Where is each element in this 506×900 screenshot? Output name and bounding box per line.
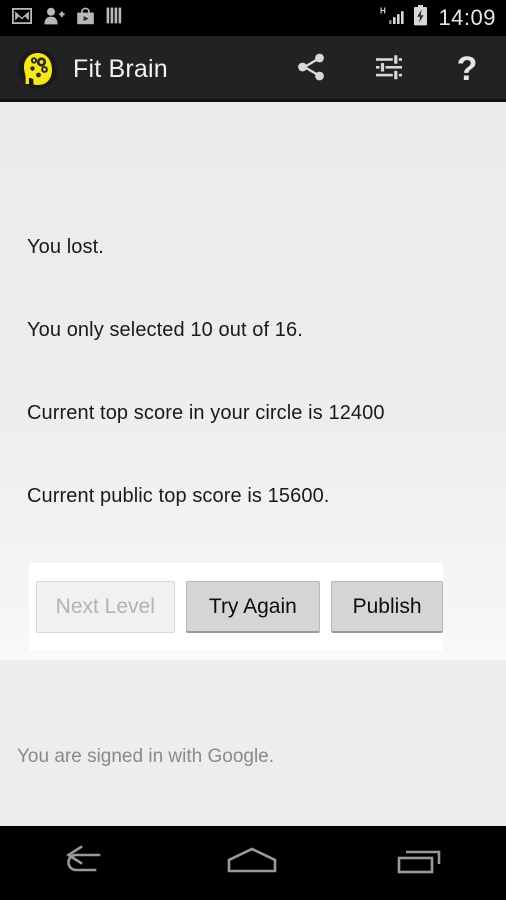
battery-charging-icon [413, 5, 428, 31]
brain-gears-icon [17, 48, 59, 90]
result-panel: You lost. You only selected 10 out of 16… [0, 102, 506, 660]
status-bar: H 14:09 [0, 0, 506, 36]
signin-status-text: You are signed in with Google. [17, 746, 275, 767]
back-button[interactable] [0, 826, 168, 900]
svg-text:H: H [380, 6, 386, 15]
status-bar-notifications [11, 7, 123, 30]
action-bar: Fit Brain ? [0, 36, 506, 102]
result-message-lost: You lost. [27, 236, 104, 258]
back-icon [57, 844, 111, 883]
help-icon: ? [456, 50, 478, 88]
next-level-button: Next Level [36, 581, 175, 633]
action-button-row: Next Level Try Again Publish [29, 563, 443, 651]
add-contact-icon [43, 7, 65, 30]
android-screen: H 14:09 Fit Brain ? You lost. You only s… [0, 0, 506, 900]
status-bar-clock: 14:09 [438, 5, 496, 30]
signal-icon: H [380, 6, 406, 31]
app-title: Fit Brain [73, 54, 168, 83]
share-icon [294, 50, 328, 89]
status-bar-system: H 14:09 [380, 5, 496, 31]
result-message-score: You only selected 10 out of 16. [27, 319, 303, 341]
recents-icon [393, 844, 447, 883]
settings-button[interactable] [350, 36, 428, 102]
publish-button[interactable]: Publish [331, 581, 443, 633]
recents-button[interactable] [336, 826, 504, 900]
gmail-icon [11, 7, 33, 29]
help-button[interactable]: ? [428, 36, 506, 102]
play-store-icon [76, 7, 95, 30]
share-button[interactable] [272, 36, 350, 102]
result-message-public-top: Current public top score is 15600. [27, 485, 330, 507]
tune-icon [373, 51, 405, 88]
signin-section: You are signed in with Google. [0, 660, 506, 826]
bars-icon [106, 7, 123, 29]
home-button[interactable] [168, 826, 336, 900]
content-area: You lost. You only selected 10 out of 16… [0, 102, 506, 826]
home-icon [223, 844, 281, 883]
try-again-button[interactable]: Try Again [185, 581, 321, 633]
action-bar-actions: ? [272, 36, 506, 102]
result-message-circle-top: Current top score in your circle is 1240… [27, 402, 385, 424]
navigation-bar [0, 826, 506, 900]
